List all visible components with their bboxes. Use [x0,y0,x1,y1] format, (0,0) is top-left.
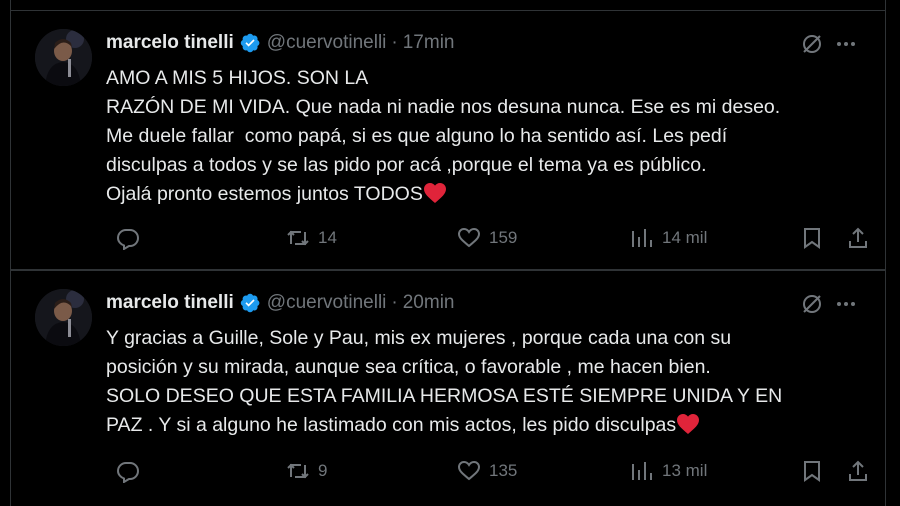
reply-button[interactable] [116,224,148,252]
author-handle[interactable]: @cuervotinelli [267,32,387,54]
tweet-text-line-last: Ojalá pronto estemos juntos TODOS [106,180,876,209]
tweet-header: marcelo tinelli @cuervotinelli · 17min [106,31,454,55]
tweet-text-line: Me duele fallar como papá, si es que alg… [106,125,728,147]
retweet-button[interactable]: 9 [286,457,327,485]
bookmark-button[interactable] [800,457,824,485]
like-button[interactable]: 135 [457,457,517,485]
tweet-text: Y gracias a Guille, Sole y Pau, mis ex m… [106,324,876,440]
action-bar: 14 159 14 mil [106,224,867,252]
retweet-icon [287,463,309,479]
retweet-count: 14 [318,228,337,247]
action-bar: 9 135 13 mil [106,457,867,485]
red-heart-emoji [676,413,700,435]
author-name[interactable]: marcelo tinelli [106,32,234,54]
separator: · [391,292,398,313]
verified-badge-icon [239,292,261,314]
grok-icon[interactable] [801,293,823,315]
retweet-count: 9 [318,461,328,480]
author-handle[interactable]: @cuervotinelli [267,292,387,314]
tweet[interactable]: marcelo tinelli @cuervotinelli · 17min A… [11,11,885,269]
reply-icon [116,462,140,483]
bookmark-button[interactable] [800,224,824,252]
verified-badge-icon [239,32,261,54]
more-icon[interactable] [835,293,857,315]
tweet[interactable]: marcelo tinelli @cuervotinelli · 20min Y… [11,271,885,506]
views-icon [632,462,652,480]
like-button[interactable]: 159 [457,224,517,252]
view-count: 13 mil [662,461,708,480]
avatar[interactable] [35,289,92,346]
like-count: 135 [489,461,518,480]
share-button[interactable] [846,224,870,252]
timeline: marcelo tinelli @cuervotinelli · 17min A… [10,0,886,506]
tweet-text-line: AMO A MIS 5 HIJOS. SON LA [106,67,369,89]
timestamp[interactable]: 17min [403,32,455,54]
views-icon [632,229,652,247]
avatar[interactable] [35,29,92,86]
tweet-text-fragment: Ojalá pronto estemos juntos TODOS [106,183,423,205]
views-button[interactable]: 13 mil [630,457,707,485]
like-icon [457,227,481,248]
bookmark-icon [804,461,820,482]
red-heart-emoji [423,182,447,204]
author-name[interactable]: marcelo tinelli [106,292,234,314]
separator: · [391,32,398,53]
tweet-text-line-last: PAZ . Y si a alguno he lastimado con mis… [106,411,876,440]
view-count: 14 mil [662,228,708,247]
timestamp[interactable]: 20min [403,292,455,314]
views-button[interactable]: 14 mil [630,224,707,252]
tweet-text-line: SOLO DESEO QUE ESTA FAMILIA HERMOSA ESTÉ… [106,385,783,407]
more-icon[interactable] [835,33,857,55]
tweet-text-line: disculpas a todos y se las pido por acá … [106,154,707,176]
reply-button[interactable] [116,457,148,485]
like-count: 159 [489,228,518,247]
tweet-text-fragment: PAZ . Y si a alguno he lastimado con mis… [106,414,677,436]
share-icon [849,227,867,248]
tweet-text-line: Y gracias a Guille, Sole y Pau, mis ex m… [106,327,732,349]
bookmark-icon [804,228,820,249]
tweet-text: AMO A MIS 5 HIJOS. SON LA RAZÓN DE MI VI… [106,64,876,209]
grok-icon[interactable] [801,33,823,55]
retweet-icon [287,230,309,246]
reply-icon [116,229,140,250]
like-icon [457,460,481,481]
tweet-header: marcelo tinelli @cuervotinelli · 20min [106,291,454,315]
tweet-text-line: posición y su mirada, aunque sea crítica… [106,356,711,378]
share-icon [849,460,867,481]
share-button[interactable] [846,457,870,485]
retweet-button[interactable]: 14 [286,224,337,252]
tweet-text-line: RAZÓN DE MI VIDA. Que nada ni nadie nos … [106,96,781,118]
